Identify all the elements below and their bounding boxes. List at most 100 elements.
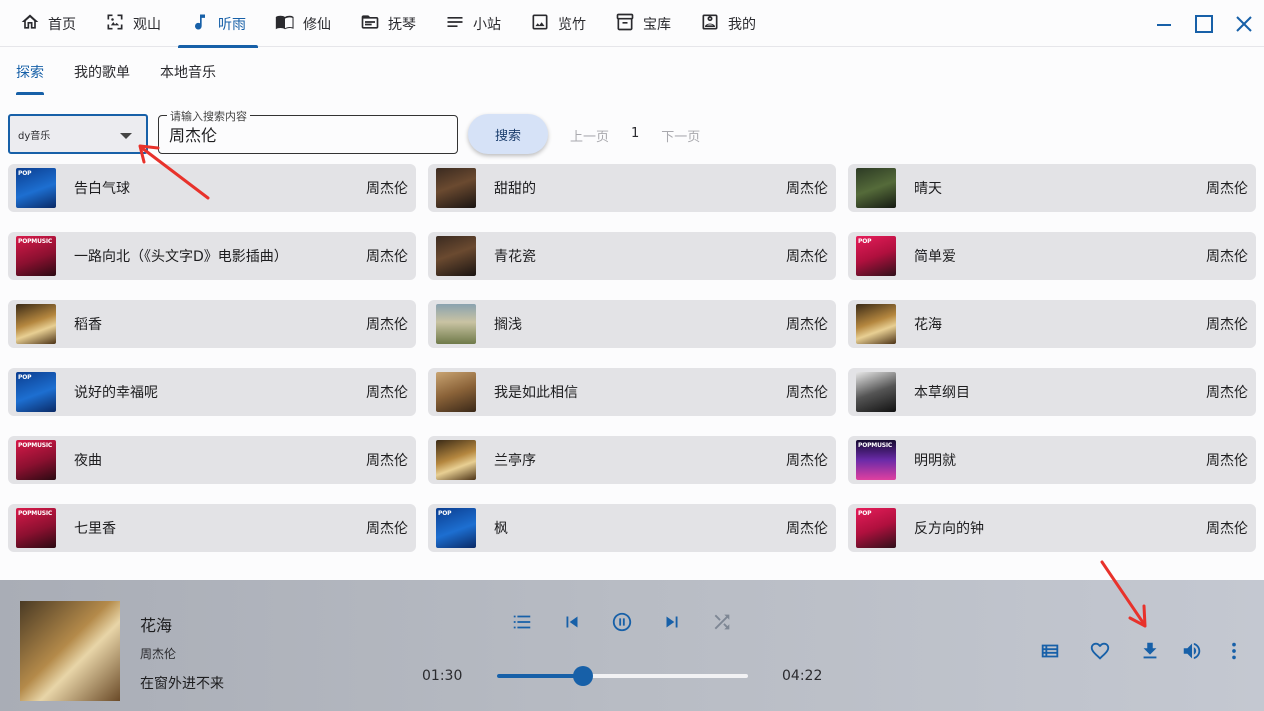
pause-circle-icon — [611, 611, 633, 633]
search-field[interactable]: 请输入搜索内容 — [158, 115, 458, 154]
volume-button[interactable] — [1180, 639, 1204, 663]
song-cover — [16, 304, 56, 344]
song-artist: 周杰伦 — [366, 518, 408, 538]
minimize-icon — [1154, 14, 1174, 34]
song-card[interactable]: POP枫周杰伦 — [428, 504, 836, 552]
tab-my-playlists[interactable]: 我的歌单 — [74, 48, 130, 95]
song-card[interactable]: POPMUSIC 七里香周杰伦 — [8, 504, 416, 552]
song-artist: 周杰伦 — [1206, 246, 1248, 266]
nav-item-tingyu[interactable]: 听雨 — [178, 0, 258, 47]
song-artist: 周杰伦 — [786, 382, 828, 402]
song-artist: 周杰伦 — [786, 178, 828, 198]
song-card[interactable]: 花海周杰伦 — [848, 300, 1256, 348]
song-card[interactable]: POP简单爱周杰伦 — [848, 232, 1256, 280]
song-card[interactable]: 晴天周杰伦 — [848, 164, 1256, 212]
favorite-button[interactable] — [1088, 639, 1112, 663]
song-title: 我是如此相信 — [494, 382, 786, 402]
volume-icon — [1181, 640, 1203, 662]
nav-item-label: 修仙 — [303, 14, 331, 34]
prev-page-button[interactable]: 上一页 — [570, 126, 609, 145]
search-input[interactable] — [169, 124, 449, 143]
song-cover — [436, 236, 476, 276]
nav-item-wode[interactable]: 我的 — [688, 0, 768, 47]
song-title: 花海 — [914, 314, 1206, 334]
playlist-button[interactable] — [510, 610, 534, 634]
nav-item-label: 观山 — [133, 14, 161, 34]
queue-button[interactable] — [1038, 639, 1062, 663]
song-cover: POP — [856, 508, 896, 548]
nav-item-label: 我的 — [728, 14, 756, 34]
download-icon — [1139, 640, 1161, 662]
minimize-button[interactable] — [1152, 12, 1176, 36]
nav-item-xiaozhan[interactable]: 小站 — [433, 0, 513, 47]
song-card[interactable]: POP说好的幸福呢周杰伦 — [8, 368, 416, 416]
song-card[interactable]: 甜甜的周杰伦 — [428, 164, 836, 212]
song-card[interactable]: POPMUSIC一路向北（《头文字D》电影插曲）周杰伦 — [8, 232, 416, 280]
song-artist: 周杰伦 — [1206, 518, 1248, 538]
song-artist: 周杰伦 — [786, 246, 828, 266]
song-card[interactable]: POPMUSIC夜曲周杰伦 — [8, 436, 416, 484]
song-artist: 周杰伦 — [1206, 178, 1248, 198]
progress-knob[interactable] — [573, 666, 593, 686]
more-button[interactable] — [1222, 639, 1246, 663]
source-select[interactable]: dy音乐 — [8, 114, 148, 154]
song-cover — [436, 372, 476, 412]
skip-next-icon — [661, 611, 683, 633]
tab-local-music[interactable]: 本地音乐 — [160, 48, 216, 95]
pause-button[interactable] — [610, 610, 634, 634]
progress-slider[interactable] — [497, 674, 748, 678]
list-icon — [445, 12, 465, 36]
close-button[interactable] — [1232, 12, 1256, 36]
song-title: 七里香 — [74, 518, 366, 538]
tab-explore[interactable]: 探索 — [16, 48, 44, 95]
song-cover — [856, 168, 896, 208]
song-artist: 周杰伦 — [786, 518, 828, 538]
song-cover — [436, 304, 476, 344]
nav-item-label: 首页 — [48, 14, 76, 34]
song-artist: 周杰伦 — [366, 246, 408, 266]
song-card[interactable]: 搁浅周杰伦 — [428, 300, 836, 348]
cover-logo-text: POPMUSIC — [18, 238, 52, 245]
song-card[interactable]: 稻香周杰伦 — [8, 300, 416, 348]
shuffle-button[interactable] — [710, 610, 734, 634]
song-card[interactable]: 青花瓷周杰伦 — [428, 232, 836, 280]
song-card[interactable]: 我是如此相信周杰伦 — [428, 368, 836, 416]
album-cover[interactable] — [20, 601, 120, 701]
nav-item-lanzhu[interactable]: 览竹 — [518, 0, 598, 47]
previous-button[interactable] — [560, 610, 584, 634]
nav-item-baoku[interactable]: 宝库 — [603, 0, 683, 47]
song-artist: 周杰伦 — [366, 314, 408, 334]
song-title: 兰亭序 — [494, 450, 786, 470]
account-icon — [700, 12, 720, 36]
song-card[interactable]: POP告白气球周杰伦 — [8, 164, 416, 212]
window-controls — [1152, 0, 1256, 47]
next-page-button[interactable]: 下一页 — [661, 126, 700, 145]
dropdown-caret-icon — [120, 133, 132, 139]
song-card[interactable]: 本草纲目周杰伦 — [848, 368, 1256, 416]
cover-logo-text: POP — [858, 510, 871, 517]
song-cover: POP — [856, 236, 896, 276]
folder-icon — [360, 12, 380, 36]
song-title: 搁浅 — [494, 314, 786, 334]
song-cover: POPMUSIC — [856, 440, 896, 480]
song-title: 青花瓷 — [494, 246, 786, 266]
song-card[interactable]: 兰亭序周杰伦 — [428, 436, 836, 484]
search-button[interactable]: 搜索 — [468, 114, 548, 154]
song-cover: POPMUSIC — [16, 508, 56, 548]
source-select-value: dy音乐 — [18, 131, 50, 142]
total-time: 04:22 — [782, 668, 822, 684]
maximize-button[interactable] — [1192, 12, 1216, 36]
nav-item-guanshan[interactable]: 观山 — [93, 0, 173, 47]
song-cover — [436, 168, 476, 208]
cover-logo-text: POPMUSIC — [18, 510, 52, 517]
nav-item-home[interactable]: 首页 — [8, 0, 88, 47]
song-card[interactable]: POPMUSIC明明就周杰伦 — [848, 436, 1256, 484]
song-card[interactable]: POP反方向的钟周杰伦 — [848, 504, 1256, 552]
nav-item-xiuxian[interactable]: 修仙 — [263, 0, 343, 47]
next-button[interactable] — [660, 610, 684, 634]
cover-logo-text: POPMUSIC — [18, 442, 52, 449]
playlist-icon — [511, 611, 533, 633]
song-artist: 周杰伦 — [1206, 382, 1248, 402]
nav-item-fuqin[interactable]: 抚琴 — [348, 0, 428, 47]
download-button[interactable] — [1138, 639, 1162, 663]
